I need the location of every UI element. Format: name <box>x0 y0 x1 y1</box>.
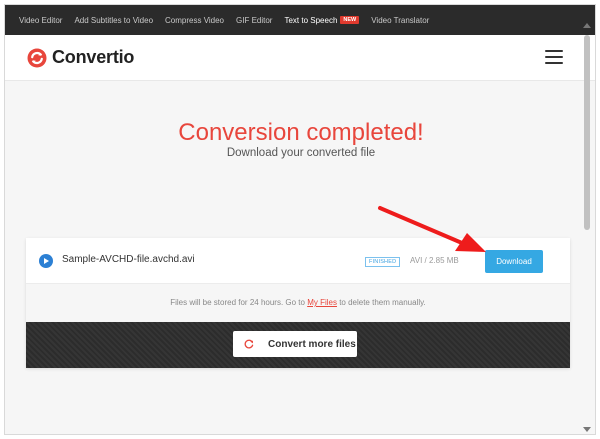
nav-video-editor[interactable]: Video Editor <box>19 16 62 25</box>
browser-frame: Video Editor Add Subtitles to Video Comp… <box>4 4 596 435</box>
page-subtitle: Download your converted file <box>226 147 376 159</box>
play-icon <box>39 254 53 268</box>
top-nav: Video Editor Add Subtitles to Video Comp… <box>5 5 595 35</box>
status-badge: FINISHED <box>365 257 401 267</box>
scroll-up-arrow-icon[interactable] <box>583 23 591 28</box>
nav-gif-editor[interactable]: GIF Editor <box>236 16 272 25</box>
logo[interactable]: Convertio <box>27 47 134 68</box>
convert-more-bar: Convert more files <box>26 322 570 368</box>
file-name: Sample-AVCHD-file.avchd.avi <box>62 254 195 265</box>
convert-more-button[interactable]: Convert more files <box>233 331 357 357</box>
download-button[interactable]: Download <box>485 250 543 273</box>
convert-more-label: Convert more files <box>268 338 356 350</box>
nav-compress-video[interactable]: Compress Video <box>165 16 224 25</box>
file-row: Sample-AVCHD-file.avchd.avi FINISHED AVI… <box>26 238 570 284</box>
nav-text-to-speech[interactable]: Text to Speech NEW <box>284 16 360 25</box>
result-card: Sample-AVCHD-file.avchd.avi FINISHED AVI… <box>26 238 570 368</box>
refresh-icon <box>244 339 254 349</box>
hamburger-menu-icon[interactable] <box>545 50 563 66</box>
site-header: Convertio <box>5 35 595 81</box>
nav-video-translator[interactable]: Video Translator <box>371 16 429 25</box>
scroll-down-arrow-icon[interactable] <box>583 427 591 432</box>
page-title: Conversion completed! <box>178 119 424 146</box>
new-badge: NEW <box>340 16 360 24</box>
convertio-logo-icon <box>27 48 47 67</box>
storage-note: Files will be stored for 24 hours. Go to… <box>26 284 570 322</box>
logo-text: Convertio <box>52 47 135 67</box>
file-info: AVI / 2.85 MB <box>410 256 459 265</box>
my-files-link[interactable]: My Files <box>307 298 337 307</box>
scrollbar[interactable] <box>582 23 592 434</box>
nav-add-subtitles[interactable]: Add Subtitles to Video <box>74 16 153 25</box>
